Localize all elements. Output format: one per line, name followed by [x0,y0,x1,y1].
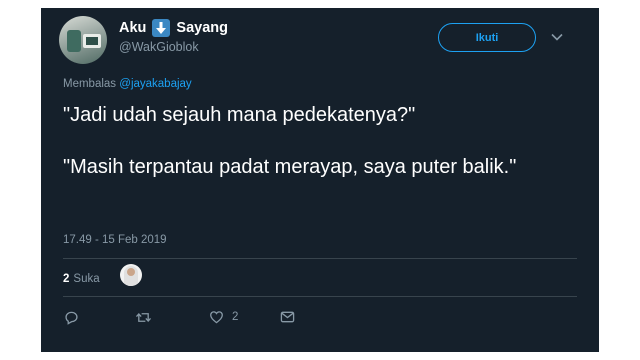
follow-button[interactable]: Ikuti [438,23,536,52]
tweet-text-line: "Jadi udah sejauh mana pedekatenya?" [63,104,416,126]
reply-icon [65,311,78,325]
user-handle[interactable]: @WakGioblok [119,40,199,54]
reply-mention-link[interactable]: @jayakabajay [119,78,191,90]
retweet-icon [135,312,152,323]
avatar[interactable] [59,16,107,64]
reply-context: Membalas @jayakabajay [63,78,192,90]
retweet-button[interactable] [135,310,152,325]
divider [63,258,577,259]
display-name[interactable]: Aku Sayang [119,19,228,37]
action-bar: 2 [41,310,599,328]
envelope-icon [280,311,295,323]
like-button[interactable]: 2 [209,310,238,324]
tweet-text: "Jadi udah sejauh mana pedekatenya?" "Ma… [63,102,563,180]
like-label: Suka [73,273,100,285]
likes-summary[interactable]: 2 Suka [63,265,100,293]
chevron-down-icon[interactable] [550,30,564,44]
divider [63,296,577,297]
reply-button[interactable] [64,310,79,325]
display-name-suffix[interactable]: Sayang [176,20,228,36]
timestamp[interactable]: 17.49 - 15 Feb 2019 [63,234,167,246]
tweet-card: Aku Sayang @WakGioblok Ikuti Membalas @j… [41,8,599,352]
down-arrow-icon [152,19,171,37]
tweet-text-line: "Masih terpantau padat merayap, saya put… [63,156,517,178]
liker-avatar[interactable] [120,264,142,286]
like-count: 2 [63,273,70,285]
message-button[interactable] [280,310,295,324]
reply-prefix: Membalas [63,78,117,90]
like-action-count: 2 [232,311,239,323]
display-name-text[interactable]: Aku [119,20,146,36]
heart-icon [210,311,223,324]
